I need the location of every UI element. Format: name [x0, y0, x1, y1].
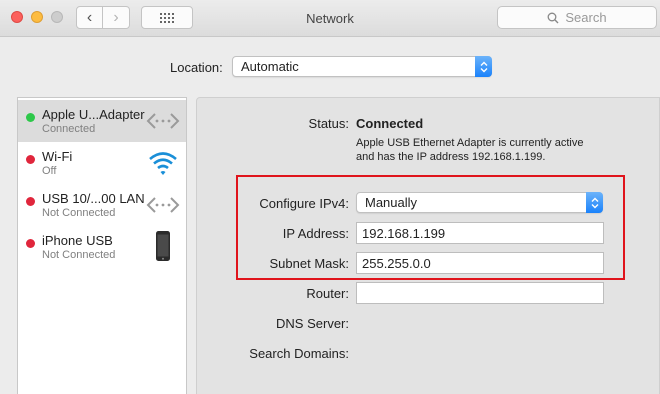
service-item-apple-usb-adapter[interactable]: Apple U...Adapter Connected — [18, 100, 186, 142]
title-bar: ‹ › Network Search — [0, 0, 660, 37]
service-name: USB 10/...00 LAN — [42, 191, 145, 206]
status-dot — [26, 113, 35, 122]
status-label: Status: — [308, 116, 349, 131]
wifi-icon — [149, 152, 177, 175]
status-description-line: Apple USB Ethernet Adapter is currently … — [356, 137, 584, 149]
status-dot — [26, 239, 35, 248]
service-item-usb-lan[interactable]: USB 10/...00 LAN Not Connected — [18, 184, 186, 226]
status-description-line: and has the IP address 192.168.1.199. — [356, 151, 546, 163]
status-description: Apple USB Ethernet Adapter is currently … — [356, 136, 646, 164]
location-value: Automatic — [241, 59, 299, 74]
search-domains-label: Search Domains: — [249, 346, 349, 361]
service-list: Apple U...Adapter Connected Wi-Fi Off US… — [17, 97, 187, 394]
search-placeholder: Search — [565, 10, 607, 25]
service-status: Not Connected — [42, 249, 116, 261]
status-value: Connected — [356, 116, 424, 131]
service-status: Connected — [42, 123, 96, 135]
service-name: iPhone USB — [42, 233, 113, 248]
ethernet-icon — [146, 113, 180, 129]
search-field[interactable]: Search — [497, 6, 657, 29]
router-field[interactable] — [356, 282, 604, 304]
search-icon — [547, 12, 559, 23]
service-status: Not Connected — [42, 207, 116, 219]
service-name: Apple U...Adapter — [42, 107, 145, 122]
service-name: Wi-Fi — [42, 149, 73, 164]
location-popup[interactable]: Automatic — [232, 56, 492, 77]
status-dot — [26, 197, 35, 206]
router-label: Router: — [306, 286, 349, 301]
updown-chevron-icon — [475, 56, 492, 77]
ethernet-icon — [146, 197, 180, 213]
dns-server-label: DNS Server: — [276, 316, 349, 331]
iphone-icon — [156, 231, 170, 261]
service-item-iphone-usb[interactable]: iPhone USB Not Connected — [18, 226, 186, 268]
status-dot — [26, 155, 35, 164]
location-label: Location: — [170, 60, 223, 75]
highlight-box — [236, 175, 625, 280]
service-status: Off — [42, 165, 57, 177]
service-item-wifi[interactable]: Wi-Fi Off — [18, 142, 186, 184]
